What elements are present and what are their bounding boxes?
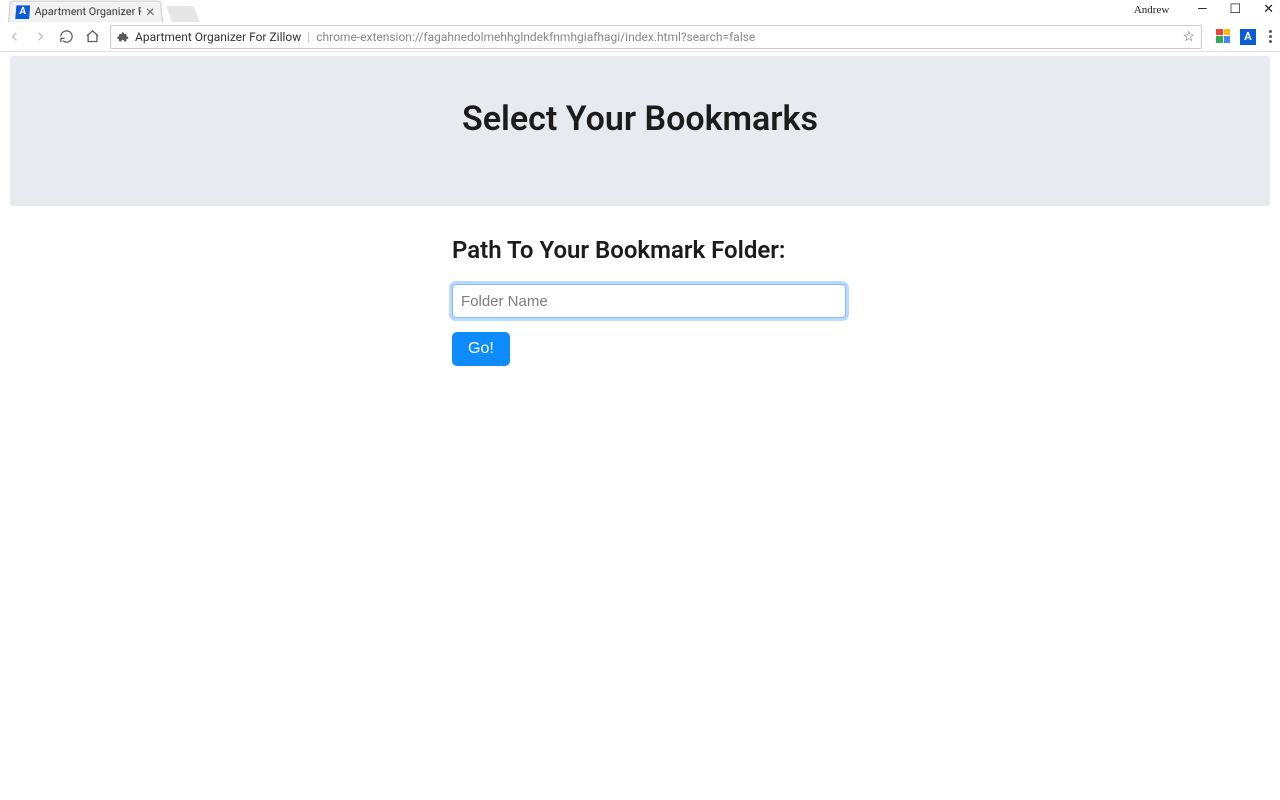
tab-title: Apartment Organizer For — [34, 5, 141, 18]
extension-apps-icon[interactable] — [1216, 29, 1232, 45]
reload-icon[interactable] — [58, 29, 74, 45]
bookmark-form: Path To Your Bookmark Folder: Go! — [452, 236, 846, 366]
minimize-icon[interactable]: — — [1197, 3, 1207, 16]
address-bar[interactable]: Apartment Organizer For Zillow | chrome-… — [110, 25, 1202, 49]
extension-apartment-icon[interactable]: A — [1240, 29, 1256, 45]
page-content: Select Your Bookmarks Path To Your Bookm… — [0, 52, 1280, 366]
window-controls: Andrew — ☐ ✕ — [1134, 3, 1274, 16]
omnibox-url: chrome-extension://fagahnedolmehhglndekf… — [316, 30, 755, 44]
omnibox-extension-title: Apartment Organizer For Zillow — [135, 30, 301, 44]
close-window-icon[interactable]: ✕ — [1263, 3, 1274, 16]
bookmark-star-icon[interactable]: ☆ — [1182, 29, 1195, 45]
page-title: Select Your Bookmarks — [462, 99, 818, 139]
browser-menu-icon[interactable] — [1268, 30, 1272, 43]
browser-titlebar: A Apartment Organizer For ✕ Andrew — ☐ ✕ — [0, 0, 1280, 22]
go-button[interactable]: Go! — [452, 332, 510, 366]
profile-name[interactable]: Andrew — [1134, 4, 1169, 16]
toolbar-actions: A — [1216, 29, 1274, 45]
forward-icon[interactable] — [32, 29, 48, 45]
home-icon[interactable] — [84, 29, 100, 45]
extension-puzzle-icon — [117, 31, 129, 43]
browser-toolbar: Apartment Organizer For Zillow | chrome-… — [0, 22, 1280, 52]
maximize-icon[interactable]: ☐ — [1229, 3, 1241, 16]
hero-banner: Select Your Bookmarks — [10, 56, 1270, 206]
tab-strip: A Apartment Organizer For ✕ — [8, 0, 197, 22]
form-label: Path To Your Bookmark Folder: — [452, 236, 846, 264]
browser-tab[interactable]: A Apartment Organizer For ✕ — [8, 1, 163, 22]
tab-favicon-icon: A — [15, 5, 30, 19]
new-tab-button[interactable] — [166, 6, 200, 22]
omnibox-separator: | — [307, 30, 310, 44]
back-icon[interactable] — [6, 29, 22, 45]
folder-name-input[interactable] — [452, 284, 846, 318]
tab-close-icon[interactable]: ✕ — [145, 6, 156, 18]
